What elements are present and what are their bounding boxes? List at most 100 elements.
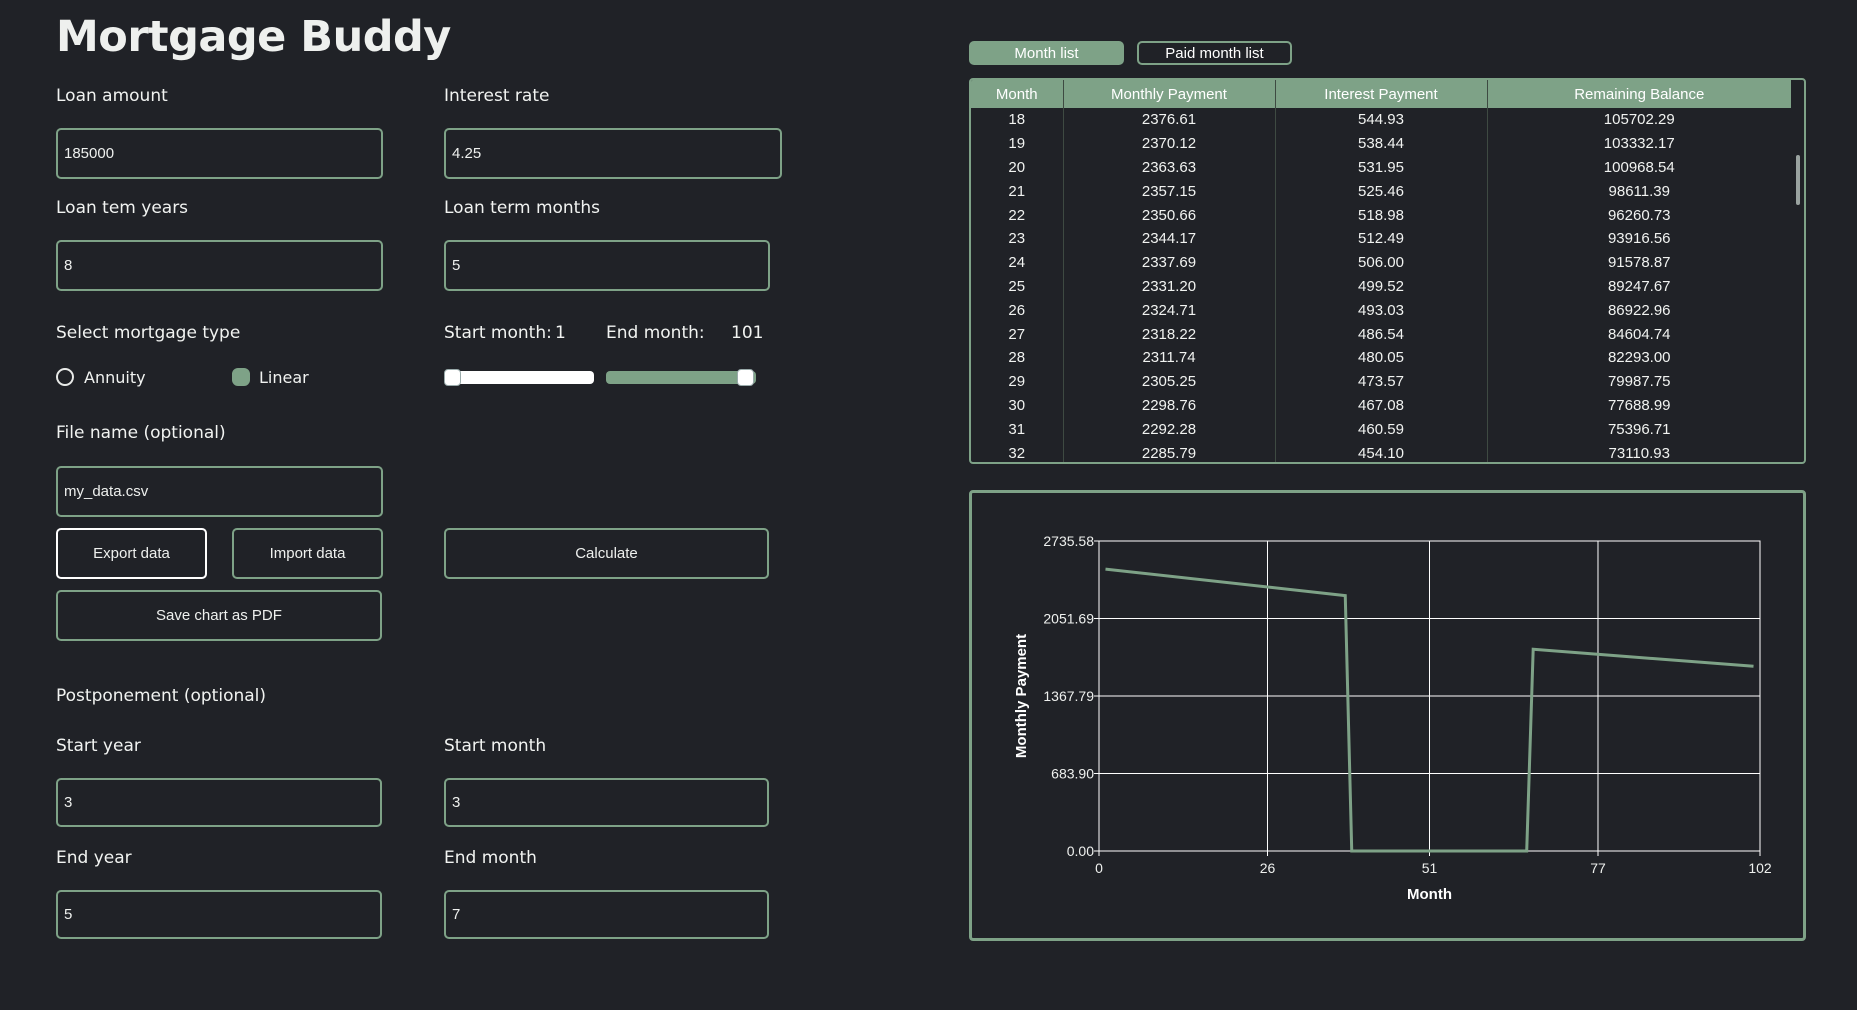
postponement-label: Postponement (optional) [56, 686, 267, 706]
table-row[interactable]: 30 2298.76 467.08 77688.99 [971, 393, 1791, 418]
table-cell: 2298.76 [1063, 393, 1276, 418]
start-month-input[interactable] [444, 778, 769, 827]
mortgage-type-label: Select mortgage type [56, 323, 241, 343]
start-month-slider-handle[interactable] [444, 369, 461, 386]
table-cell: 19 [971, 131, 1064, 156]
table-header-row: Month Monthly Payment Interest Payment R… [971, 80, 1791, 108]
file-name-input[interactable] [56, 466, 383, 517]
table-cell: 20 [971, 155, 1064, 180]
table-cell: 2357.15 [1063, 179, 1276, 204]
payment-chart: 0 26 51 77 102 0.00 683.90 1367.79 2051.69 2735.5… [1013, 533, 1772, 903]
start-year-input[interactable] [56, 778, 382, 827]
table-cell: 480.05 [1275, 345, 1488, 370]
table-cell: 98611.39 [1608, 182, 1670, 200]
table-cell: 2350.66 [1063, 203, 1276, 227]
table-row[interactable]: 21 2357.15 525.46 98611.39 [971, 179, 1791, 204]
table-cell: 31 [971, 417, 1064, 442]
header-remaining-balance[interactable]: Remaining Balance [1487, 80, 1791, 108]
chart-panel: 0 26 51 77 102 0.00 683.90 1367.79 2051.69 2735.5… [969, 490, 1806, 941]
import-data-button[interactable]: Import data [232, 528, 383, 579]
table-cell: 538.44 [1275, 131, 1488, 156]
table-cell: 23 [971, 226, 1064, 251]
table-cell: 486.54 [1275, 322, 1488, 346]
x-tick-label: 0 [1095, 860, 1103, 876]
start-month-range-value: 1 [555, 323, 566, 343]
table-row[interactable]: 18 2376.61 544.93 105702.29 [971, 108, 1791, 132]
loan-amount-label: Loan amount [56, 86, 168, 106]
loan-term-years-input[interactable] [56, 240, 383, 291]
table-cell: 2285.79 [1063, 441, 1276, 462]
table-cell: 525.46 [1275, 179, 1488, 204]
loan-term-months-label: Loan term months [444, 198, 600, 218]
table-cell: 2344.17 [1063, 226, 1276, 251]
table-cell: 512.49 [1275, 226, 1488, 251]
table-cell: 506.00 [1275, 250, 1488, 275]
table-cell: 544.93 [1275, 108, 1488, 132]
table-cell: 499.52 [1275, 274, 1488, 299]
interest-rate-input[interactable] [444, 128, 782, 179]
table-cell: 473.57 [1275, 369, 1488, 394]
table-row[interactable]: 24 2337.69 506.00 91578.87 [971, 250, 1791, 275]
table-cell: 91578.87 [1607, 254, 1671, 272]
x-tick-label: 26 [1260, 860, 1276, 876]
y-tick-label: 2051.69 [1043, 610, 1094, 626]
end-month-slider-handle[interactable] [737, 369, 754, 386]
table-row[interactable]: 32 2285.79 454.10 73110.93 [971, 441, 1791, 462]
linear-radio[interactable] [232, 368, 250, 386]
table-row[interactable]: 28 2311.74 480.05 82293.00 [971, 345, 1791, 370]
tab-paid-month-list[interactable]: Paid month list [1137, 41, 1292, 65]
table-row[interactable]: 20 2363.63 531.95 100968.54 [971, 155, 1791, 180]
table-cell: 22 [971, 203, 1064, 227]
loan-term-months-input[interactable] [444, 240, 770, 291]
table-cell: 531.95 [1275, 155, 1488, 180]
table-cell: 24 [971, 250, 1064, 275]
end-year-input[interactable] [56, 890, 382, 939]
x-tick-label: 77 [1590, 860, 1606, 876]
table-cell: 82293.00 [1607, 349, 1671, 367]
export-data-button[interactable]: Export data [56, 528, 207, 579]
table-cell: 2337.69 [1063, 250, 1276, 275]
table-cell: 467.08 [1275, 393, 1488, 418]
x-axis-label: Month [1407, 886, 1452, 903]
end-month-range-value: 101 [731, 323, 764, 343]
table-cell: 26 [971, 298, 1064, 323]
header-month[interactable]: Month [971, 80, 1064, 108]
end-month-label: End month [444, 848, 537, 868]
y-tick-label: 683.90 [1051, 765, 1094, 781]
table-row[interactable]: 25 2331.20 499.52 89247.67 [971, 274, 1791, 299]
calculate-button[interactable]: Calculate [444, 528, 769, 579]
table-cell: 29 [971, 369, 1064, 394]
table-row[interactable]: 23 2344.17 512.49 93916.56 [971, 226, 1791, 251]
header-interest-payment[interactable]: Interest Payment [1275, 80, 1488, 108]
save-chart-pdf-button[interactable]: Save chart as PDF [56, 590, 382, 641]
table-cell: 73110.93 [1608, 444, 1670, 462]
header-monthly-payment[interactable]: Monthly Payment [1063, 80, 1276, 108]
table-cell: 89247.67 [1607, 277, 1671, 295]
table-row[interactable]: 29 2305.25 473.57 79987.75 [971, 369, 1791, 394]
table-row[interactable]: 26 2324.71 493.03 86922.96 [971, 298, 1791, 323]
start-month-slider[interactable] [444, 371, 594, 384]
table-row[interactable]: 27 2318.22 486.54 84604.74 [971, 322, 1791, 346]
end-month-slider[interactable] [606, 371, 756, 384]
annuity-radio[interactable] [56, 368, 74, 386]
table-cell: 32 [971, 441, 1064, 462]
x-tick-label: 102 [1748, 860, 1772, 876]
table-scrollbar[interactable] [1796, 155, 1800, 205]
y-tick-label: 1367.79 [1043, 688, 1094, 704]
table-row[interactable]: 31 2292.28 460.59 75396.71 [971, 417, 1791, 442]
table-cell: 2305.25 [1063, 369, 1276, 394]
table-row[interactable]: 19 2370.12 538.44 103332.17 [971, 131, 1791, 156]
table-cell: 493.03 [1275, 298, 1488, 323]
table-row[interactable]: 22 2350.66 518.98 96260.73 [971, 203, 1791, 227]
tab-month-list[interactable]: Month list [969, 41, 1124, 65]
table-cell: 18 [971, 108, 1064, 132]
table-cell: 105702.29 [1603, 111, 1675, 129]
start-year-label: Start year [56, 736, 141, 756]
table-cell: 2292.28 [1063, 417, 1276, 442]
loan-amount-input[interactable] [56, 128, 383, 179]
table-cell: 21 [971, 179, 1064, 204]
file-name-label: File name (optional) [56, 423, 226, 443]
end-month-input[interactable] [444, 890, 769, 939]
month-table[interactable]: Month Monthly Payment Interest Payment R… [969, 78, 1806, 464]
y-tick-label: 2735.58 [1043, 533, 1094, 549]
